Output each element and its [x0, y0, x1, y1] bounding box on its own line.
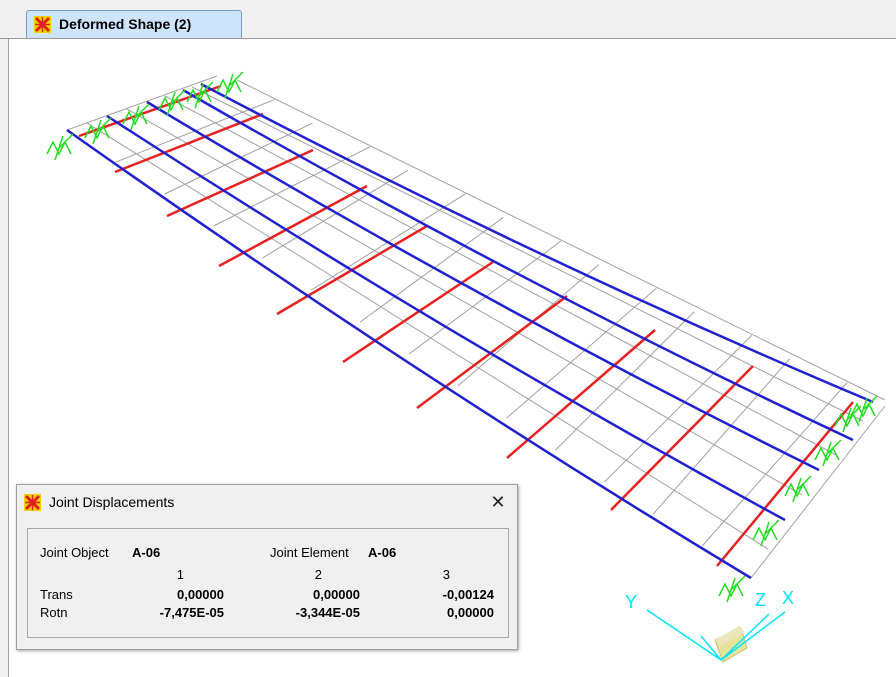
column-header-2: 2 — [314, 567, 322, 582]
girder-line — [146, 100, 820, 472]
tab-label: Deformed Shape (2) — [59, 16, 192, 32]
displacement-panel: Joint Object A-06 Joint Element A-06 1 2… — [27, 528, 509, 638]
crossbeam-line — [716, 401, 854, 567]
mesh-longitudinal-line — [126, 108, 803, 496]
column-header-1: 1 — [176, 567, 184, 582]
joint-element-label: Joint Element — [270, 545, 349, 560]
rotn-value-3: 0,00000 — [447, 605, 494, 620]
girder-line — [106, 114, 786, 522]
axis-y-label: Y — [625, 592, 637, 612]
mesh-transverse-line — [555, 311, 695, 451]
mesh-longitudinal-line — [191, 86, 864, 422]
trans-value-1: 0,00000 — [177, 587, 224, 602]
sap2000-logo-icon — [24, 494, 41, 511]
trans-value-3: -0,00124 — [442, 587, 494, 602]
mesh-longitudinal-line — [164, 95, 837, 456]
joint-displacements-dialog: Joint Displacements ✕ Joint Object A-06 … — [16, 484, 518, 650]
axis-z-label: Z — [755, 590, 766, 610]
support-symbol — [122, 103, 150, 131]
crossbeam-line — [416, 294, 568, 410]
axis-x-label: X — [782, 588, 794, 608]
mesh-transverse-line — [66, 75, 218, 131]
crossbeam-line — [610, 365, 754, 511]
support-symbol — [718, 575, 746, 603]
rotn-value-2: -3,344E-05 — [295, 605, 360, 620]
joint-object-value: A-06 — [132, 545, 161, 560]
tab-deformed-shape[interactable]: Deformed Shape (2) — [26, 10, 242, 38]
row-label-trans: Trans — [40, 587, 73, 602]
crossbeam-line — [218, 184, 368, 268]
rotn-value-1: -7,475E-05 — [159, 605, 224, 620]
sap2000-logo-icon — [34, 16, 51, 33]
row-label-rotn: Rotn — [40, 605, 68, 620]
close-button[interactable]: ✕ — [483, 489, 513, 515]
girder-line — [200, 82, 874, 404]
dialog-title: Joint Displacements — [49, 494, 175, 510]
joint-element-value: A-06 — [368, 545, 397, 560]
document-tab-bar: Deformed Shape (2) — [0, 0, 896, 39]
trans-value-2: 0,00000 — [313, 587, 360, 602]
joint-object-label: Joint Object — [40, 545, 109, 560]
girder-line — [182, 88, 854, 442]
mesh-transverse-line — [701, 382, 848, 547]
axis-y-line — [646, 609, 722, 661]
mesh-transverse-line — [652, 358, 790, 515]
mesh-transverse-line — [750, 405, 886, 579]
mesh-longitudinal-line — [236, 79, 886, 401]
support-symbol — [46, 133, 74, 161]
axes-triad: Y Z X — [625, 588, 794, 663]
crossbeam-line — [166, 148, 314, 218]
column-header-3: 3 — [442, 567, 450, 582]
